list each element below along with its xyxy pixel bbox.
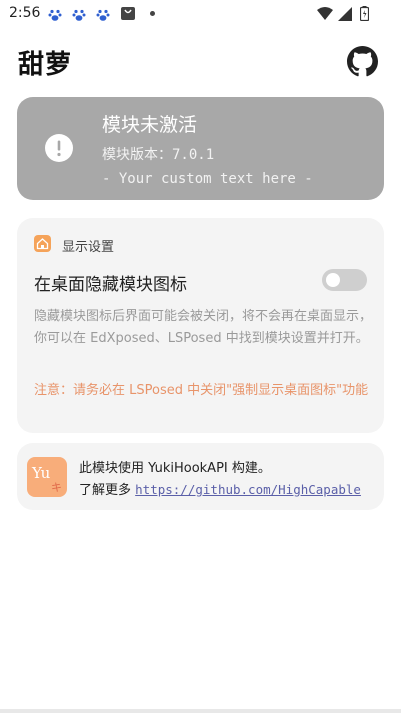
toggle-knob <box>326 273 340 287</box>
signal-icon <box>338 6 352 25</box>
navigation-bar <box>0 709 401 713</box>
section-title: 显示设置 <box>62 240 115 255</box>
status-time: 2:56 <box>9 5 41 21</box>
hide-icon-toggle[interactable] <box>322 269 367 291</box>
paw-icon <box>72 7 86 21</box>
home-icon <box>34 235 51 252</box>
built-with-text: 此模块使用 YukiHookAPI 构建。 <box>79 461 271 476</box>
about-card: Yu キ 此模块使用 YukiHookAPI 构建。 了解更多 https://… <box>17 443 384 510</box>
status-bar: 2:56 <box>0 0 401 28</box>
exclamation-circle-icon <box>45 134 73 162</box>
paw-icon <box>96 7 110 21</box>
github-icon[interactable] <box>347 46 378 77</box>
display-settings-card: 显示设置 在桌面隐藏模块图标 隐藏模块图标后界面可能会被关闭，将不会再在桌面显示… <box>17 218 384 433</box>
logo-mark: キ <box>51 481 62 494</box>
github-link[interactable]: https://github.com/HighCapable <box>135 482 361 497</box>
yukihookapi-logo: Yu キ <box>27 457 67 497</box>
module-version: 模块版本：7.0.1 <box>102 147 215 163</box>
hide-icon-label: 在桌面隐藏模块图标 <box>34 275 187 295</box>
hide-icon-warning: 注意：请务必在 LSPosed 中关闭"强制显示桌面图标"功能 <box>34 383 369 398</box>
paw-icon <box>48 7 62 21</box>
module-status-card: 模块未激活 模块版本：7.0.1 - Your custom text here… <box>17 97 384 200</box>
wifi-icon <box>317 6 333 25</box>
module-status-title: 模块未激活 <box>102 114 198 136</box>
learn-more-label: 了解更多 <box>79 483 132 498</box>
learn-more-row: 了解更多 https://github.com/HighCapable <box>79 479 361 498</box>
shopping-bag-icon <box>120 5 136 21</box>
custom-text: - Your custom text here - <box>102 171 313 187</box>
dot-icon <box>150 11 155 16</box>
app-title: 甜萝 <box>18 50 73 80</box>
hide-icon-description: 隐藏模块图标后界面可能会被关闭，将不会再在桌面显示，你可以在 EdXposed、… <box>34 309 373 346</box>
battery-icon <box>359 6 370 25</box>
logo-text: Yu <box>32 464 51 482</box>
